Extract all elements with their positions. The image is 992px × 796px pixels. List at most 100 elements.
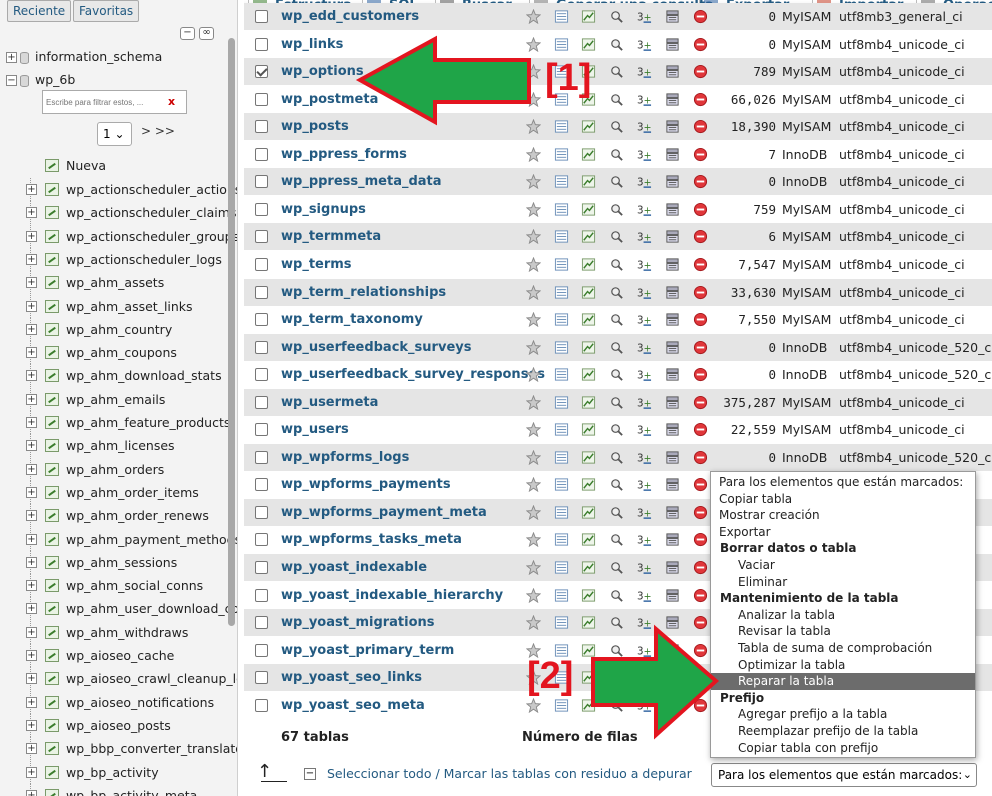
table-name-link[interactable]: wp_userfeedback_survey_responses [281, 361, 545, 388]
expand-icon[interactable]: + [26, 417, 37, 428]
insert-icon[interactable]: 3+ [637, 450, 652, 465]
sidebar-table-label[interactable]: wp_aioseo_cache [66, 644, 174, 667]
structure-icon[interactable] [581, 119, 596, 134]
next-page-link[interactable]: > >> [141, 124, 175, 138]
with-selected-select[interactable]: Para los elementos que están marcados: ⌄ [711, 763, 977, 787]
structure-icon[interactable] [581, 285, 596, 300]
sidebar-table-item[interactable]: + wp_ahm_emails [0, 387, 237, 411]
insert-icon[interactable]: 3+ [637, 285, 652, 300]
navigation-scrollbar[interactable] [228, 38, 235, 626]
structure-icon[interactable] [581, 9, 596, 24]
row-checkbox[interactable] [255, 340, 268, 354]
table-name-link[interactable]: wp_options [281, 58, 364, 85]
table-name-link[interactable]: wp_posts [281, 113, 349, 140]
empty-table-icon[interactable] [665, 395, 680, 410]
empty-table-icon[interactable] [665, 340, 680, 355]
expand-icon[interactable]: + [26, 277, 37, 289]
structure-icon[interactable] [581, 257, 596, 272]
sidebar-table-label[interactable]: wp_ahm_assets [66, 271, 164, 294]
table-name-link[interactable]: wp_ppress_forms [281, 141, 407, 168]
table-name-link[interactable]: wp_signups [281, 196, 366, 223]
browse-icon[interactable] [554, 395, 569, 410]
structure-icon[interactable] [581, 174, 596, 189]
browse-icon[interactable] [554, 119, 569, 134]
favorite-star-icon[interactable] [525, 146, 542, 162]
sidebar-table-item[interactable]: + wp_ahm_country [0, 317, 237, 341]
browse-icon[interactable] [554, 615, 569, 630]
row-checkbox[interactable] [255, 478, 268, 492]
dropdown-option[interactable]: Revisar la tabla [711, 623, 975, 640]
favorite-star-icon[interactable] [525, 449, 542, 465]
sidebar-table-label[interactable]: wp_bbp_converter_translator [66, 737, 237, 760]
empty-table-icon[interactable] [665, 202, 680, 217]
browse-icon[interactable] [554, 202, 569, 217]
dropdown-option[interactable]: Agregar prefijo a la tabla [711, 706, 975, 723]
sidebar-table-item[interactable]: + wp_aioseo_notifications [0, 690, 237, 714]
favorite-star-icon[interactable] [525, 284, 542, 300]
empty-table-icon[interactable] [665, 367, 680, 382]
table-filter-input[interactable] [42, 90, 187, 114]
database-item-information-schema[interactable]: + information_schema [6, 47, 162, 67]
sidebar-table-label[interactable]: wp_bp_activity_meta [66, 784, 197, 796]
expand-icon[interactable]: + [6, 52, 17, 63]
search-icon[interactable] [609, 285, 624, 300]
sidebar-table-item[interactable]: + wp_ahm_asset_links [0, 294, 237, 318]
sidebar-table-label[interactable]: wp_ahm_emails [66, 388, 165, 411]
dropdown-option[interactable]: Eliminar [711, 574, 975, 591]
search-icon[interactable] [609, 257, 624, 272]
structure-icon[interactable] [581, 202, 596, 217]
collapse-icon[interactable]: − [6, 75, 17, 86]
expand-icon[interactable]: + [26, 370, 37, 382]
database-item-wp-6b[interactable]: − wp_6b [6, 70, 75, 90]
structure-icon[interactable] [581, 450, 596, 465]
sidebar-table-label[interactable]: wp_ahm_orders [66, 458, 164, 481]
structure-icon[interactable] [581, 505, 596, 520]
new-table-label[interactable]: Nueva [66, 154, 106, 177]
sidebar-table-label[interactable]: wp_bp_activity [66, 761, 159, 784]
sidebar-table-label[interactable]: wp_ahm_payment_methods [66, 528, 237, 551]
favorites-tab[interactable]: Favoritas [73, 0, 140, 22]
structure-icon[interactable] [581, 312, 596, 327]
sidebar-table-label[interactable]: wp_aioseo_crawl_cleanup_logs [66, 667, 237, 690]
sidebar-table-label[interactable]: wp_ahm_user_download_count [66, 597, 237, 620]
table-name-link[interactable]: wp_wpforms_payment_meta [281, 499, 487, 526]
expand-icon[interactable]: + [26, 253, 37, 265]
table-name-link[interactable]: wp_userfeedback_surveys [281, 334, 471, 361]
sidebar-table-item[interactable]: + wp_bp_activity_meta [0, 783, 237, 796]
search-icon[interactable] [609, 532, 624, 547]
table-name-link[interactable]: wp_yoast_indexable [281, 554, 427, 581]
sidebar-table-item[interactable]: + wp_aioseo_posts [0, 713, 237, 737]
drop-table-icon[interactable] [693, 560, 708, 575]
expand-icon[interactable]: + [26, 533, 37, 545]
empty-table-icon[interactable] [665, 9, 680, 24]
browse-icon[interactable] [554, 367, 569, 382]
insert-icon[interactable]: 3+ [637, 312, 652, 327]
favorite-star-icon[interactable] [525, 614, 542, 631]
search-icon[interactable] [609, 64, 624, 79]
expand-icon[interactable]: + [26, 603, 37, 615]
insert-icon[interactable]: 3+ [637, 340, 652, 355]
empty-table-icon[interactable] [665, 64, 680, 79]
row-checkbox[interactable] [255, 147, 268, 161]
expand-icon[interactable]: + [26, 486, 37, 498]
sidebar-table-label[interactable]: wp_ahm_licenses [66, 434, 175, 457]
empty-table-icon[interactable] [665, 174, 680, 189]
sidebar-table-item[interactable]: + wp_aioseo_cache [0, 644, 237, 667]
favorite-star-icon[interactable] [525, 8, 542, 25]
sidebar-table-item[interactable]: + wp_ahm_user_download_count [0, 597, 237, 621]
sidebar-table-item[interactable]: + wp_actionscheduler_groups [0, 224, 237, 248]
insert-icon[interactable]: 3+ [637, 257, 652, 272]
expand-icon[interactable]: + [26, 743, 37, 755]
structure-icon[interactable] [581, 422, 596, 437]
browse-icon[interactable] [554, 477, 569, 492]
insert-icon[interactable]: 3+ [637, 174, 652, 189]
table-name-link[interactable]: wp_users [281, 416, 349, 443]
sidebar-table-item[interactable]: + wp_ahm_feature_products [0, 411, 237, 434]
sidebar-table-item[interactable]: + wp_actionscheduler_actions [0, 178, 237, 201]
insert-icon[interactable]: 3+ [637, 532, 652, 547]
browse-icon[interactable] [554, 505, 569, 520]
row-checkbox[interactable] [255, 671, 268, 685]
expand-icon[interactable]: + [26, 580, 37, 592]
empty-table-icon[interactable] [665, 229, 680, 244]
expand-icon[interactable]: + [26, 789, 37, 796]
